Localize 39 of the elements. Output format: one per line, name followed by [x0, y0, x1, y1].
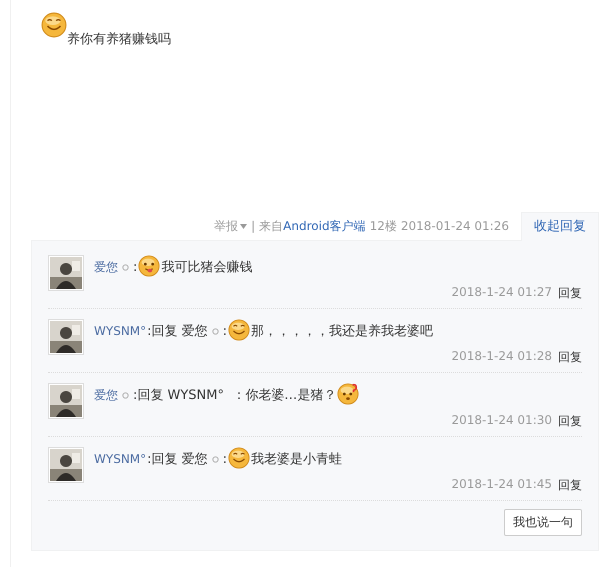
post-time: 2018-01-24 01:26: [400, 219, 509, 233]
post-text: 养你有养猪赚钱吗: [67, 31, 171, 48]
reply-time: 2018-1-24 01:30: [452, 413, 552, 429]
reply-text: :: [222, 324, 228, 338]
reply-text: :回复 爱您: [147, 323, 208, 340]
source-label: 来自Android客户端: [259, 218, 366, 234]
user-name-link[interactable]: 爱您: [94, 386, 118, 404]
separator: |: [251, 219, 256, 233]
collapse-replies-tab[interactable]: 收起回复: [521, 212, 599, 240]
reply-text: 我老婆是小青蛙: [251, 451, 342, 468]
reply-time: 2018-1-24 01:27: [452, 285, 552, 301]
comment-button[interactable]: 我也说一句: [504, 509, 582, 536]
reply-text: 那，，，，，我还是养我老婆吧: [251, 323, 434, 340]
badge-icon: [212, 456, 219, 462]
caret-icon: [240, 224, 248, 228]
reply-text: :: [222, 452, 228, 466]
reply-text: :: [133, 260, 138, 274]
reply-link[interactable]: 回复: [558, 477, 582, 494]
emoji-icon: [138, 255, 160, 277]
reply-text: 我可比猪会赚钱: [161, 259, 252, 276]
emoji-icon: [337, 383, 360, 405]
user-name-link[interactable]: 爱您: [94, 258, 118, 276]
reply-time: 2018-1-24 01:45: [452, 477, 552, 493]
emoji-icon: [228, 319, 250, 341]
reply-text: :回复 WYSNM° ：你老婆…是猪？: [133, 387, 336, 404]
badge-icon: [122, 264, 129, 270]
reply-text: :回复 爱您: [147, 451, 208, 468]
floor-number: 12楼: [370, 218, 397, 234]
source-link[interactable]: Android客户端: [283, 218, 366, 232]
reply-link[interactable]: 回复: [558, 413, 582, 430]
reply-link[interactable]: 回复: [558, 349, 582, 366]
user-name-link[interactable]: WYSNM°: [94, 324, 146, 338]
reply-time: 2018-1-24 01:28: [452, 349, 552, 365]
reply-link[interactable]: 回复: [558, 285, 582, 302]
user-name-link[interactable]: WYSNM°: [94, 452, 146, 466]
emoji-icon: [41, 12, 67, 38]
badge-icon: [212, 328, 219, 334]
badge-icon: [122, 392, 129, 398]
emoji-icon: [228, 447, 250, 469]
